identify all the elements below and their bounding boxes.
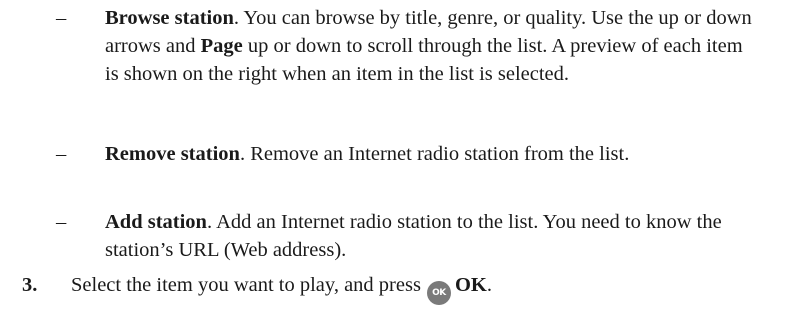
bullet-dash: – — [56, 7, 67, 29]
bullet-text: Add station. Add an Internet radio stati… — [105, 208, 755, 264]
step-text: Select the item you want to play, and pr… — [71, 271, 492, 305]
bullet-title: Remove station — [105, 143, 240, 165]
ok-button-icon: OK — [426, 281, 451, 305]
bullet-dash: – — [56, 211, 67, 233]
bullet-title: Browse station — [105, 7, 234, 29]
bullet-dash: – — [56, 143, 67, 165]
bullet-text: Remove station. Remove an Internet radio… — [105, 140, 755, 168]
document-page: – Browse station. You can browse by titl… — [0, 0, 786, 311]
ok-button-label: OK — [454, 274, 487, 296]
step-number: 3. — [22, 274, 38, 296]
bullet-body: . Remove an Internet radio station from … — [239, 143, 630, 165]
step-instruction: Select the item you want to play, and pr… — [71, 274, 421, 296]
step-period: . — [486, 274, 492, 296]
bullet-text: Browse station. You can browse by title,… — [105, 4, 755, 88]
page-key-label: Page — [200, 35, 243, 57]
bullet-title: Add station — [105, 211, 207, 233]
